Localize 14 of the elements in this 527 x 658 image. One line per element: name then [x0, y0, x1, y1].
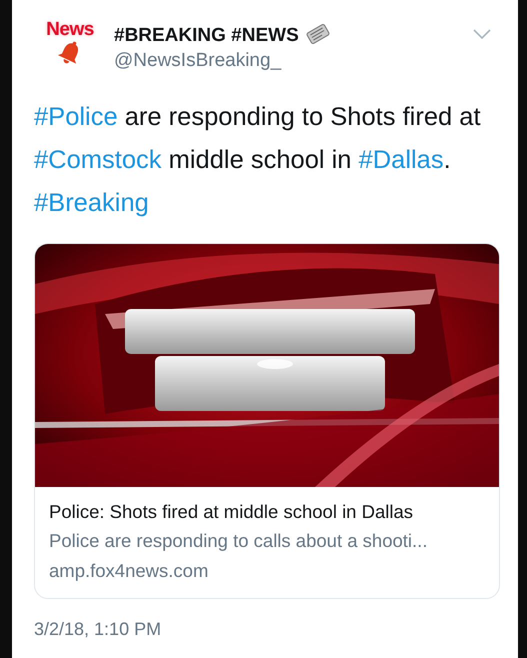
logo-text: News: [46, 20, 94, 40]
hashtag-link[interactable]: #Police: [34, 103, 118, 131]
hashtag-link[interactable]: #Dallas: [358, 146, 444, 174]
display-name[interactable]: #BREAKING #NEWS: [114, 24, 299, 48]
tweet-text: #Police are responding to Shots fired at #Comstock middle school in #Dallas. #Breaking: [34, 102, 482, 219]
card-description: Police are responding to calls about a shooti...: [49, 529, 428, 553]
card-title: Police: Shots fired at middle school in Dallas: [49, 500, 414, 524]
link-card[interactable]: Police: Shots fired at middle school in Dallas Police are responding to calls about a shooti... amp.fox4news.com: [34, 243, 500, 599]
hashtag-link[interactable]: #Breaking: [34, 189, 149, 217]
hashtag-link[interactable]: #Comstock: [34, 146, 162, 174]
card-domain: amp.fox4news.com: [49, 559, 210, 583]
chevron-down-icon[interactable]: [472, 28, 492, 40]
user-handle[interactable]: @NewsIsBreaking_: [114, 48, 472, 74]
timestamp: 3/2/18, 1:10 PM: [34, 619, 162, 640]
